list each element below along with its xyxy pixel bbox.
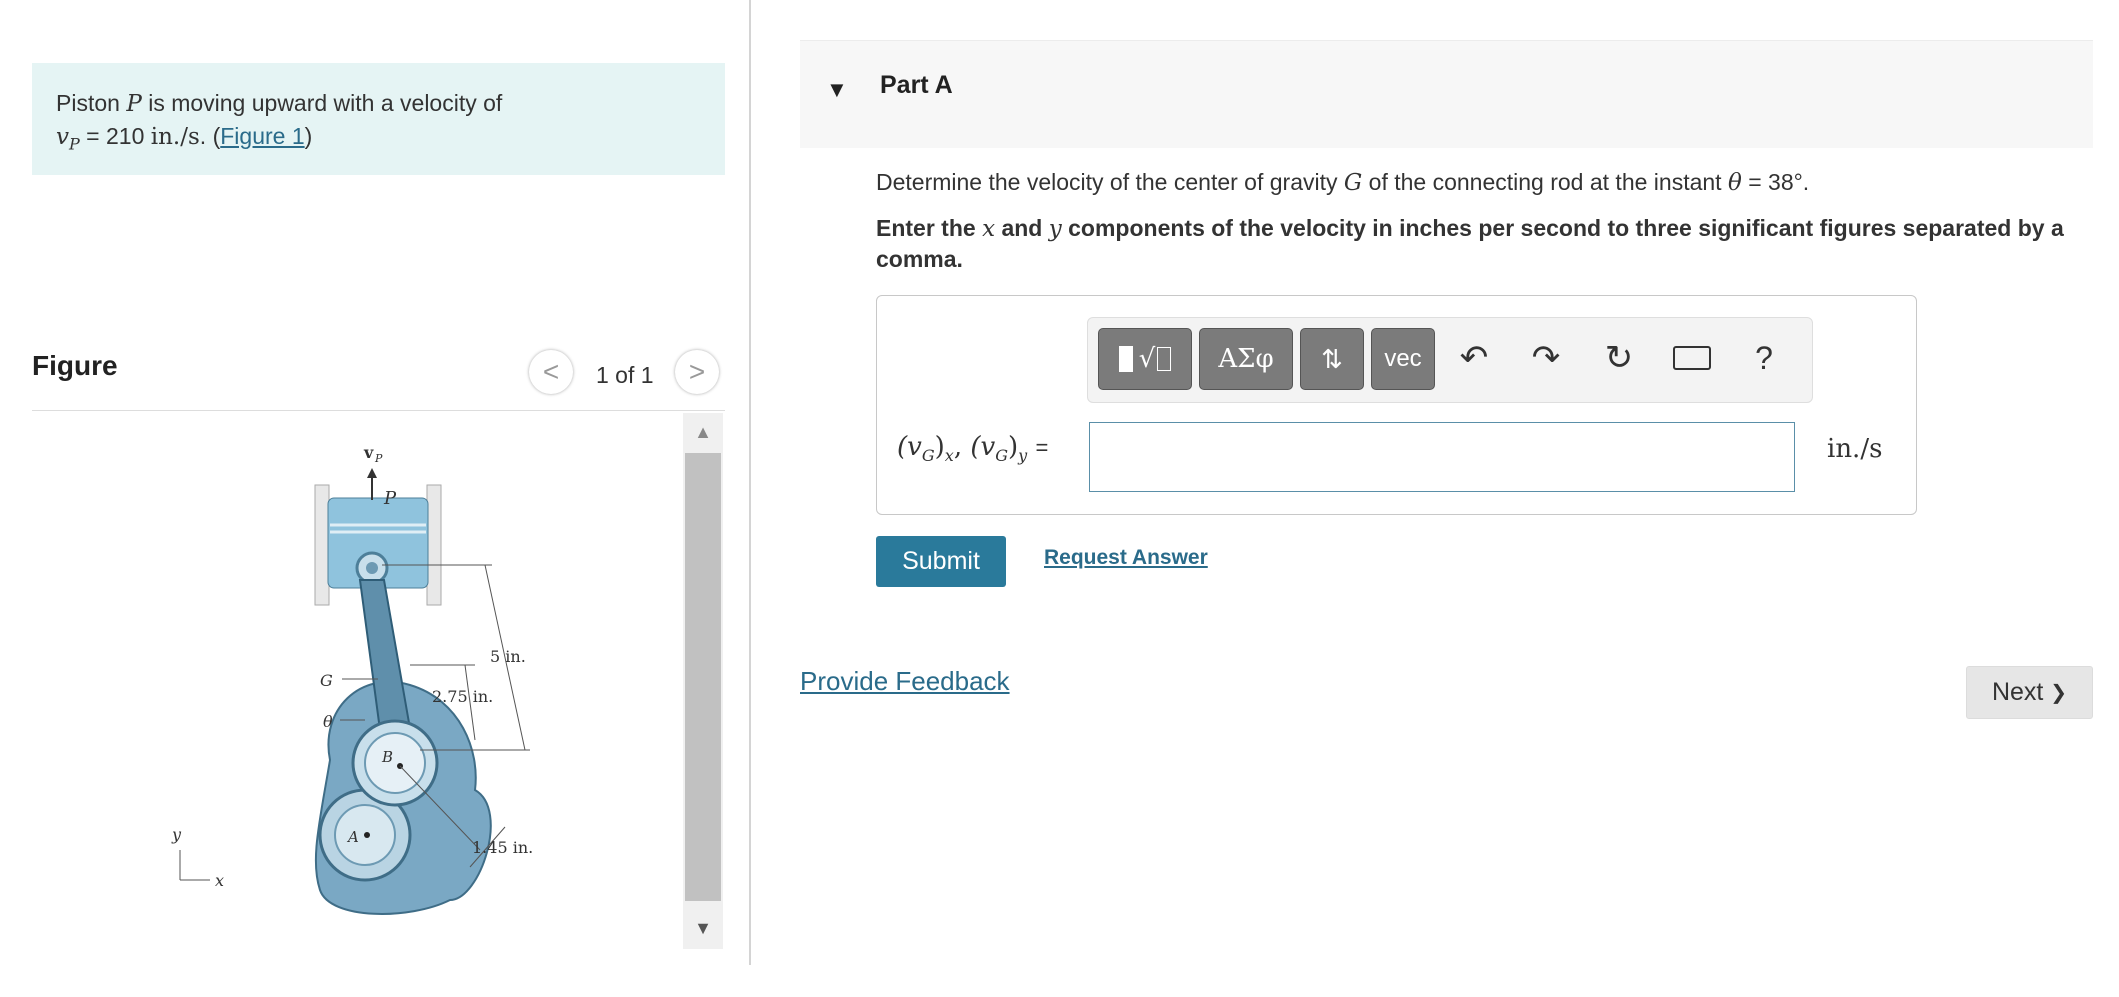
- vec-button[interactable]: vec: [1371, 328, 1435, 390]
- paren-close: ): [304, 123, 313, 149]
- velocity-value: 210: [105, 123, 145, 149]
- figure-title: Figure: [32, 350, 118, 381]
- arrows-button[interactable]: ⇅: [1300, 328, 1364, 390]
- question-text: Determine the velocity of the center of …: [876, 166, 1809, 199]
- greek-symbols-button[interactable]: AΣφ: [1199, 328, 1293, 390]
- velocity-unit: in./s: [150, 124, 200, 150]
- cylinder-wall-left: [314, 484, 330, 606]
- instruction-x: x: [982, 216, 996, 242]
- request-answer-link[interactable]: Request Answer: [1044, 546, 1208, 570]
- piston-label: P: [383, 488, 397, 509]
- problem-rest: is moving upward with a velocity of: [148, 90, 503, 116]
- scroll-thumb[interactable]: [685, 453, 721, 901]
- point-b-label: B: [381, 748, 393, 766]
- question-g-symbol: G: [1343, 170, 1363, 196]
- caret-down-icon[interactable]: ▼: [826, 77, 848, 103]
- instruction-y: y: [1048, 216, 1062, 242]
- redo-icon[interactable]: ↷: [1520, 332, 1572, 384]
- keyboard-shape: [1673, 346, 1711, 370]
- point-a-label: A: [346, 828, 359, 846]
- axis-y-label: y: [171, 825, 182, 844]
- keyboard-icon[interactable]: [1666, 332, 1718, 384]
- panel-divider[interactable]: [749, 0, 751, 965]
- piston-symbol: P: [126, 91, 142, 117]
- label-vg-y-sub: G: [995, 446, 1008, 466]
- label-vg-y-open: (v: [970, 432, 996, 462]
- problem-intro: Piston: [56, 90, 120, 116]
- question-value: = 38°.: [1748, 169, 1810, 195]
- vp-label: v: [363, 443, 374, 462]
- vp-subscript: P: [374, 452, 383, 465]
- paren-open: . (: [199, 123, 221, 149]
- sqrt-icon: √: [1138, 344, 1156, 374]
- g-label: G: [320, 671, 333, 690]
- answer-input[interactable]: [1089, 422, 1795, 492]
- answer-box: √ AΣφ ⇅ vec ↶ ↷ ↻ ? (vG)x, (vG)y = in./s: [876, 295, 1917, 515]
- answer-unit: in./s: [1827, 434, 1883, 464]
- velocity-arrowhead: [367, 468, 377, 478]
- label-vg-x-open: (v: [897, 432, 922, 462]
- piston-crank-figure: v P P B A G θ 5 in. 2.75 in. 1.45 in. y: [171, 443, 533, 915]
- answer-label: (vG)x, (vG)y =: [897, 432, 1049, 466]
- figure-scrollbar[interactable]: ▲ ▼: [683, 413, 723, 949]
- answer-instructions: Enter the x and y components of the velo…: [876, 213, 2091, 274]
- template-block-icon: [1118, 346, 1133, 372]
- next-label: Next: [1991, 678, 2044, 706]
- part-title: Part A: [880, 71, 953, 99]
- figure-counter: 1 of 1: [596, 362, 654, 388]
- velocity-equals: =: [86, 123, 100, 149]
- label-equals: =: [1035, 435, 1049, 460]
- figure-divider: [32, 410, 725, 411]
- part-a-header[interactable]: ▼ Part A: [800, 40, 2093, 148]
- figure-prev-button[interactable]: <: [529, 350, 573, 394]
- theta-label: θ: [323, 712, 333, 731]
- figure-1-link[interactable]: Figure 1: [220, 123, 304, 149]
- dim-5-label: 5 in.: [490, 647, 526, 666]
- templates-button[interactable]: √: [1098, 328, 1192, 390]
- problem-panel: Piston P is moving upward with a velocit…: [0, 0, 750, 997]
- instruction-part-2: and: [1001, 215, 1043, 241]
- template-box-icon: [1157, 347, 1172, 371]
- question-mid: of the connecting rod at the instant: [1368, 169, 1722, 195]
- velocity-subscript: P: [69, 134, 80, 154]
- chevron-right-icon: >: [688, 356, 706, 387]
- question-pre: Determine the velocity of the center of …: [876, 169, 1338, 195]
- axis-x-label: x: [215, 871, 224, 890]
- undo-icon[interactable]: ↶: [1448, 332, 1500, 384]
- help-button[interactable]: ?: [1738, 332, 1790, 384]
- piston-pin-center: [366, 562, 378, 574]
- chevron-right-icon: ❯: [2050, 682, 2068, 704]
- cylinder-wall-right: [426, 484, 442, 606]
- question-theta: θ: [1727, 170, 1742, 196]
- label-vg-x-sub: G: [921, 446, 935, 466]
- velocity-symbol: v: [56, 124, 69, 150]
- math-toolbar: √ AΣφ ⇅ vec ↶ ↷ ↻ ?: [1087, 317, 1813, 403]
- figure-next-button[interactable]: >: [675, 350, 719, 394]
- dim-145-label: 1.45 in.: [472, 838, 533, 857]
- label-y-sub: y: [1018, 446, 1028, 466]
- scroll-down-icon[interactable]: ▼: [683, 909, 723, 947]
- problem-statement: Piston P is moving upward with a velocit…: [32, 63, 725, 175]
- rod-big-end-inner: [364, 732, 426, 794]
- dim-275-label: 2.75 in.: [432, 687, 493, 706]
- point-a: [364, 832, 370, 838]
- provide-feedback-link[interactable]: Provide Feedback: [800, 666, 1010, 697]
- next-button[interactable]: Next ❯: [1966, 666, 2093, 719]
- submit-button[interactable]: Submit: [876, 536, 1006, 587]
- label-x-sub: x: [944, 446, 954, 466]
- reset-icon[interactable]: ↻: [1593, 332, 1645, 384]
- instruction-part-1: Enter the: [876, 215, 976, 241]
- chevron-left-icon: <: [542, 356, 560, 387]
- scroll-up-icon[interactable]: ▲: [683, 413, 723, 451]
